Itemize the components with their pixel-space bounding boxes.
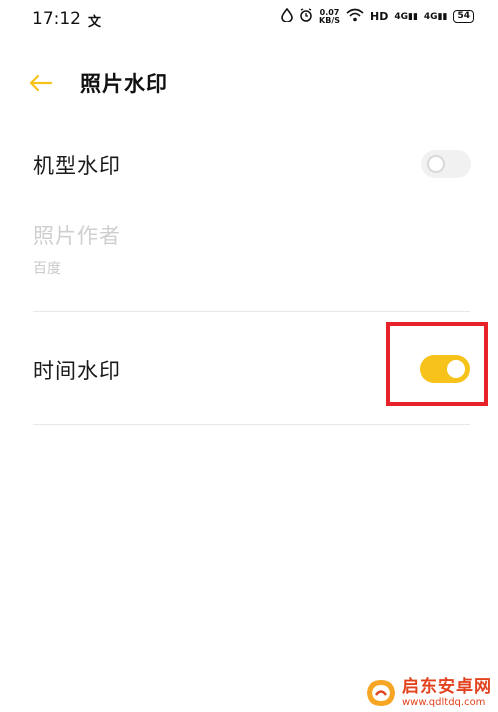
app-notification-icon: 文: [88, 15, 102, 30]
hd-label: HD: [370, 10, 389, 23]
signal-icon-1: 4G▮▮: [394, 11, 418, 22]
divider: [33, 311, 470, 312]
net-speed: 0.07 KB/S: [319, 8, 340, 25]
photo-author-value: 百度: [33, 261, 61, 277]
model-watermark-toggle[interactable]: [421, 150, 471, 178]
toggle-knob: [427, 155, 445, 173]
back-button[interactable]: [26, 68, 56, 98]
signal-icon-2: 4G▮▮: [423, 11, 448, 22]
site-watermark-text: 启东安卓网 www.qdltdq.com: [402, 676, 492, 708]
photo-author-label: 照片作者: [33, 224, 121, 248]
status-time: 17:12: [32, 9, 81, 29]
back-arrow-icon: [29, 74, 53, 92]
model-watermark-label: 机型水印: [33, 154, 121, 178]
site-logo-icon: [367, 680, 395, 706]
signal-label-2: 4G: [423, 11, 438, 22]
net-speed-unit: KB/S: [319, 15, 340, 25]
site-name: 启东安卓网: [402, 676, 492, 697]
app-header: 照片水印: [0, 58, 498, 106]
setting-model-watermark: 机型水印: [0, 140, 498, 190]
page-title: 照片水印: [80, 72, 168, 96]
site-url: www.qdltdq.com: [402, 696, 486, 708]
status-icons: 0.07 KB/S HD 4G▮▮ 4G▮▮ 54: [281, 7, 474, 25]
site-watermark: 启东安卓网 www.qdltdq.com: [364, 678, 492, 708]
setting-photo-author: 照片作者 百度: [0, 210, 498, 290]
water-drop-icon: [281, 7, 293, 25]
divider: [33, 424, 470, 425]
signal-label-1: 4G: [394, 11, 408, 22]
time-watermark-label: 时间水印: [33, 359, 121, 383]
alarm-icon: [299, 8, 313, 25]
wifi-icon: [346, 8, 364, 25]
status-bar: 17:12 文 0.07 KB/S HD 4G▮▮ 4G▮▮ 54: [0, 0, 498, 40]
battery-icon: 54: [453, 10, 474, 23]
highlight-box: [386, 322, 488, 406]
